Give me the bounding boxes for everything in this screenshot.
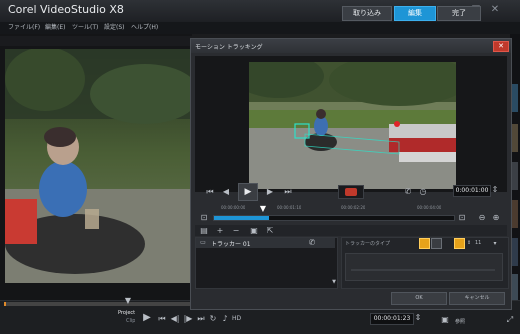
scrub-fill [4,302,6,306]
hd-label[interactable]: HD [232,315,241,322]
home-icon[interactable]: ⏮ [205,187,215,197]
mark-out-icon[interactable]: ⊡ [457,213,467,223]
scrub-bar[interactable] [4,302,194,306]
tracker-toolbar [195,225,507,236]
add-icon[interactable]: + [215,226,225,236]
app-title: Corel VideoStudio X8 [8,3,124,16]
record-icon [345,188,357,196]
size-value[interactable]: 11 [475,240,481,246]
track-motion-button[interactable] [338,185,364,199]
tab-capture[interactable]: 取り込み [342,6,392,21]
tracker-point[interactable] [394,121,400,127]
params-label[interactable]: 参照 [455,318,465,325]
zoom-in-icon[interactable]: ⊕ [491,213,501,223]
dialog-close-icon[interactable]: ✕ [493,41,509,52]
ruler-tick: 00:00:04:00 [417,205,442,210]
remove-icon[interactable]: − [231,226,241,236]
tracking-preview[interactable] [249,62,456,189]
ruler-tick: 00:00:02:20 [341,205,366,210]
cancel-button[interactable]: キャンセル [449,292,505,305]
tracker-list-icon[interactable]: ▤ [199,226,209,236]
home-icon[interactable]: ⏮ [157,314,167,324]
thumbnail[interactable] [512,238,518,266]
ruler-tick: 00:00:01:10 [277,205,302,210]
repeat-icon[interactable]: ↻ [208,314,218,324]
scroll-down-icon[interactable]: ▼ [331,277,337,287]
ok-button[interactable]: OK [391,292,447,305]
tracker-option-slider[interactable] [351,269,495,271]
fullscreen-icon[interactable]: ⤢ [505,315,515,325]
tab-edit[interactable]: 編集 [394,6,436,21]
tracker-point-mode-icon[interactable] [419,238,430,249]
tracking-frame [249,62,456,189]
menu-file[interactable]: ファイル(F) [8,22,40,34]
video-frame [5,49,191,283]
tracker-type-label: トラッカーのタイプ [345,241,391,247]
dialog-title: モーション トラッキング [195,44,263,51]
play-icon[interactable]: ▶ [238,183,258,201]
export-icon[interactable]: ⇱ [265,226,275,236]
zoom-out-icon[interactable]: ⊖ [477,213,487,223]
tracker-name[interactable]: トラッカー 01 [211,239,251,248]
menu-edit[interactable]: 編集(E) [45,22,65,34]
mark-in-icon[interactable]: ⊡ [199,213,209,223]
tracker-options-box [345,253,503,281]
end-icon[interactable]: ⏭ [283,187,293,197]
tracker-area-mode-icon[interactable] [431,238,442,249]
motion-tracking-dialog: モーション トラッキング ✕ ⏮ ◀ ▶ ▶ ⏭ ✆ ◷ 0:00:01:00 … [190,38,512,310]
copy-icon[interactable]: ▣ [249,226,259,236]
thumbnail[interactable] [512,200,518,228]
timecode-display[interactable]: 00:00:01:23 [370,313,414,325]
playhead-marker[interactable]: ▼ [124,296,132,306]
tracker-type-icon[interactable]: ✆ [307,238,317,248]
ruler-tick: 00:00:00:00 [221,205,246,210]
next-icon[interactable]: ▶ [265,187,275,197]
next-icon[interactable]: |▶ [183,314,193,324]
player-panel-header [0,36,192,46]
size-spinner-icon[interactable]: ⇕ [467,240,471,246]
prev-icon[interactable]: ◀ [221,187,231,197]
settings-icon[interactable] [454,238,465,249]
timeline-progress [214,216,269,220]
menu-settings[interactable]: 設定(S) [104,22,125,34]
timecode-spinner-icon[interactable]: ⇕ [491,185,499,195]
size-dropdown-icon[interactable]: ▾ [491,239,499,249]
dialog-timeline-track[interactable] [213,215,455,221]
thumbnail[interactable] [512,124,518,152]
play-icon[interactable]: ▶ [142,313,152,323]
close-icon[interactable]: ✕ [490,5,500,15]
clip-label[interactable]: Clip [126,318,135,324]
project-label[interactable]: Project [118,310,135,316]
menu-tools[interactable]: ツール(T) [72,22,98,34]
thumbnail[interactable] [512,274,518,302]
tracker-icon[interactable]: ✆ [403,187,413,197]
dialog-timecode[interactable]: 0:00:01:00 [453,185,491,197]
volume-icon[interactable]: ♪ [220,314,230,324]
tab-share[interactable]: 完了 [437,6,481,21]
end-icon[interactable]: ⏭ [196,314,206,324]
menu-help[interactable]: ヘルプ(H) [131,22,158,34]
thumbnail[interactable] [512,84,518,112]
video-preview [5,49,191,283]
thumbnail[interactable] [512,162,518,190]
history-icon[interactable]: ◷ [418,187,428,197]
options-icon[interactable]: ▣ [440,315,450,325]
prev-icon[interactable]: ◀| [170,314,180,324]
timecode-spinner-icon[interactable]: ⇕ [414,313,422,323]
tracker-item-icon: ▭ [200,239,206,246]
dialog-playhead[interactable]: ▼ [259,204,267,214]
